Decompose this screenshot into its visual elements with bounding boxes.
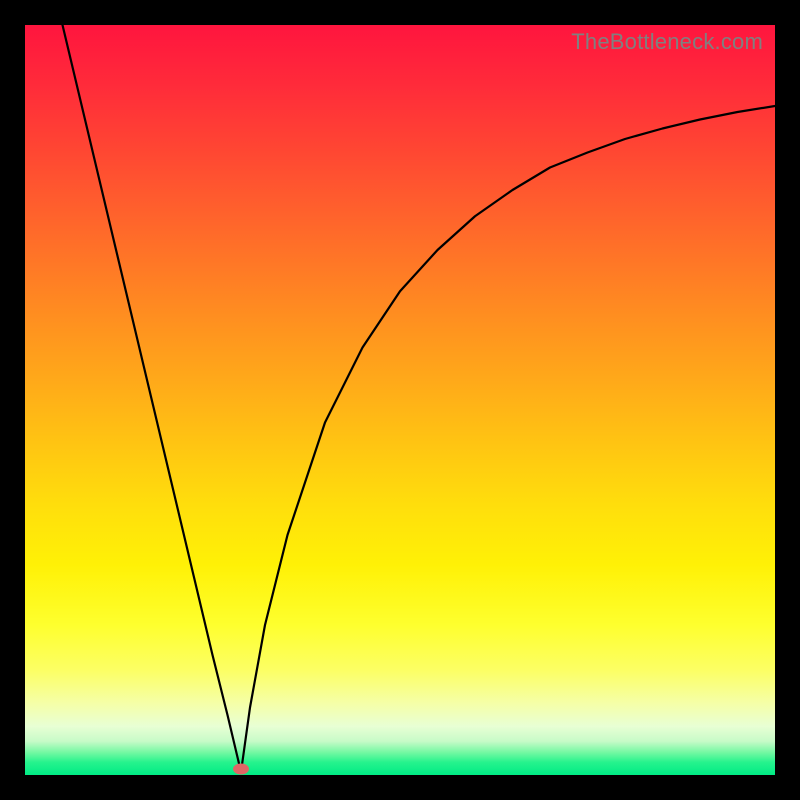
chart-frame: TheBottleneck.com <box>0 0 800 800</box>
plot-area: TheBottleneck.com <box>25 25 775 775</box>
curve-left-branch <box>63 25 242 772</box>
bottleneck-marker <box>233 764 249 775</box>
curve-right-branch <box>241 106 775 772</box>
curve-layer <box>25 25 775 775</box>
